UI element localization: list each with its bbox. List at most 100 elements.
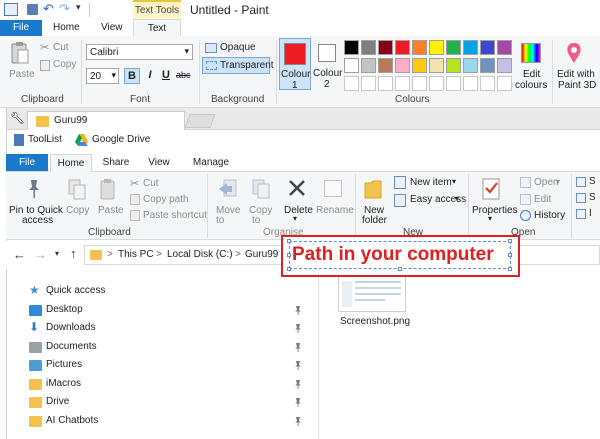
palette-swatch[interactable] (344, 58, 359, 73)
palette-swatch[interactable] (378, 58, 393, 73)
crumb-this-pc[interactable]: This PC (118, 249, 154, 260)
palette-swatch[interactable] (463, 40, 478, 55)
explorer-tab-manage[interactable]: Manage (186, 154, 236, 171)
select-label-3[interactable]: I (589, 208, 592, 219)
pin-icon[interactable] (294, 416, 302, 426)
up-arrow-icon[interactable]: ↑ (70, 246, 77, 261)
opaque-button[interactable]: Opaque (220, 42, 256, 53)
copy-button[interactable]: Copy (53, 59, 76, 70)
new-folder-icon[interactable] (364, 178, 382, 200)
font-family-select[interactable]: Calibri ▾ (86, 44, 193, 60)
history-button[interactable]: History (534, 210, 565, 221)
nav-item[interactable]: Documents (27, 339, 307, 357)
explorer-tab-view[interactable]: View (138, 154, 180, 171)
edit-paint3d-label-b[interactable]: Paint 3D (558, 80, 596, 91)
paint3d-icon[interactable] (565, 42, 583, 64)
palette-swatch[interactable] (480, 40, 495, 55)
copy-button[interactable]: Copy (66, 205, 89, 216)
palette-swatch-empty[interactable] (429, 76, 444, 91)
palette-swatch[interactable] (497, 58, 512, 73)
undo-icon[interactable]: ↶ (43, 1, 54, 17)
copy-path-icon[interactable] (130, 194, 140, 205)
italic-button[interactable]: I (143, 69, 157, 81)
invert-selection-icon[interactable] (576, 209, 586, 219)
cut-button[interactable]: Cut (143, 178, 159, 189)
nav-item[interactable]: iMacros (27, 376, 307, 394)
new-item-button[interactable]: New item (410, 177, 452, 188)
paste-icon[interactable] (100, 178, 116, 201)
new-item-icon[interactable] (394, 176, 406, 189)
toollist-link[interactable]: ToolList (28, 134, 62, 145)
explorer-tab-active[interactable]: Guru99 (27, 111, 185, 130)
history-icon[interactable] (520, 210, 531, 221)
select-label-1[interactable]: S (589, 176, 596, 187)
palette-swatch[interactable] (446, 58, 461, 73)
colour2-button[interactable]: Colour 2 (312, 38, 344, 90)
palette-swatch[interactable] (480, 58, 495, 73)
quick-access-dropdown-icon[interactable]: ▾ (76, 2, 81, 13)
select-all-icon[interactable] (576, 177, 586, 187)
open-icon[interactable] (520, 177, 531, 188)
font-size-select[interactable]: 20 ▾ (86, 68, 119, 84)
cut-button[interactable]: Cut (53, 42, 69, 53)
crumb-guru99[interactable]: Guru99 (245, 249, 278, 260)
open-button[interactable]: Open (534, 177, 558, 188)
explorer-tab-file[interactable]: File (6, 154, 48, 171)
nav-item[interactable]: Desktop (27, 302, 307, 320)
palette-swatch-empty[interactable] (480, 76, 495, 91)
new-folder-label-b[interactable]: folder (362, 215, 387, 226)
pin-icon[interactable] (294, 379, 302, 389)
palette-swatch-empty[interactable] (378, 76, 393, 91)
edit-icon[interactable] (520, 194, 531, 205)
cut-icon[interactable]: ✂ (130, 177, 139, 190)
palette-swatch[interactable] (463, 58, 478, 73)
palette-swatch-empty[interactable] (344, 76, 359, 91)
nav-item[interactable]: Pictures (27, 357, 307, 375)
pin-icon[interactable] (294, 342, 302, 352)
palette-swatch[interactable] (378, 40, 393, 55)
edit-paint3d-label-a[interactable]: Edit with (557, 69, 595, 80)
explorer-tab-share[interactable]: Share (95, 154, 137, 171)
paste-button[interactable]: Paste (98, 205, 124, 216)
copy-icon[interactable] (68, 179, 86, 201)
nav-item[interactable]: ⬇ Downloads (27, 320, 307, 338)
easy-access-icon[interactable] (394, 194, 406, 207)
nav-item[interactable]: Drive (27, 394, 307, 412)
edit-colours-label-a[interactable]: Edit (523, 69, 540, 80)
palette-swatch[interactable] (412, 58, 427, 73)
file-item[interactable]: Screenshot.png (333, 270, 413, 332)
properties-button[interactable]: Properties (472, 205, 518, 216)
back-arrow-icon[interactable]: ← (13, 247, 26, 262)
underline-button[interactable]: U (159, 69, 173, 81)
strikethrough-button[interactable]: abc (176, 70, 191, 80)
redo-icon[interactable]: ↷ (59, 1, 70, 17)
paste-button[interactable]: Paste (9, 69, 35, 80)
select-none-icon[interactable] (576, 193, 586, 203)
palette-swatch[interactable] (497, 40, 512, 55)
cut-icon[interactable]: ✂ (40, 41, 49, 54)
transparent-button-frame[interactable]: Transparent (202, 57, 274, 74)
tab-file[interactable]: File (0, 20, 42, 36)
delete-button[interactable]: Delete (284, 205, 313, 216)
edit-colours-icon[interactable] (521, 43, 541, 63)
wrench-icon[interactable]: 🔧︎ (10, 111, 25, 125)
nav-item[interactable]: AI Chatbots (27, 413, 307, 431)
pin-icon[interactable] (26, 178, 42, 200)
copy-icon[interactable] (40, 60, 50, 71)
palette-swatch-empty[interactable] (446, 76, 461, 91)
palette-swatch-empty[interactable] (361, 76, 376, 91)
paste-shortcut-icon[interactable] (130, 210, 140, 221)
palette-swatch-empty[interactable] (463, 76, 478, 91)
save-icon[interactable] (27, 4, 38, 15)
copy-to-label-b[interactable]: to (252, 215, 260, 226)
recent-locations-chevron-icon[interactable]: ▾ (55, 249, 59, 258)
tab-view[interactable]: View (101, 22, 123, 33)
palette-swatch[interactable] (395, 40, 410, 55)
delete-x-icon[interactable] (287, 178, 307, 198)
bold-button[interactable]: B (124, 68, 140, 84)
palette-swatch-empty[interactable] (395, 76, 410, 91)
paste-icon[interactable] (10, 41, 29, 65)
palette-swatch-empty[interactable] (497, 76, 512, 91)
select-label-2[interactable]: S (589, 192, 596, 203)
palette-swatch[interactable] (361, 40, 376, 55)
